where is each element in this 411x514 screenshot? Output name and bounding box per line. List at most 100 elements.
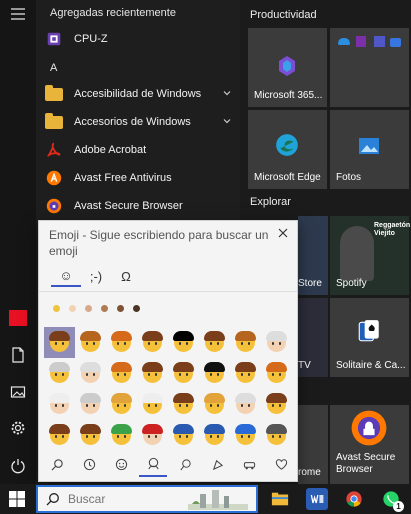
emoji-cell[interactable] (199, 420, 230, 451)
user-avatar[interactable] (9, 310, 27, 326)
tile-spotify[interactable]: Reggaetón Viejito Spotify (330, 216, 410, 295)
tile-microsoft365[interactable]: Microsoft 365... (248, 28, 327, 107)
emoji-cell[interactable] (261, 389, 292, 420)
category-celebration-icon[interactable] (203, 451, 231, 477)
whatsapp-icon[interactable]: 1 (380, 488, 404, 512)
skin-tone-swatch[interactable] (85, 305, 92, 312)
emoji-cell[interactable] (199, 327, 230, 358)
emoji-cell[interactable] (168, 389, 199, 420)
emoji-cell[interactable] (230, 358, 261, 389)
chevron-down-icon (223, 91, 231, 96)
folder-icon (44, 112, 64, 132)
recently-added-heading: Agregadas recientemente (50, 7, 176, 19)
hamburger-menu-icon[interactable] (8, 4, 28, 24)
app-avast-secure-browser[interactable]: Avast Secure Browser (44, 194, 240, 218)
category-search-icon[interactable] (43, 451, 71, 477)
person-emoji-icon (204, 331, 225, 352)
skin-tone-swatch[interactable] (69, 305, 76, 312)
tile-avast-browser[interactable]: Avast Secure Browser (330, 405, 409, 484)
category-recent-icon[interactable] (75, 451, 103, 477)
emoji-cell[interactable] (75, 420, 106, 451)
close-icon[interactable] (277, 227, 289, 239)
tile-office-folder[interactable] (330, 28, 409, 107)
person-emoji-icon (204, 424, 225, 445)
emoji-cell[interactable] (137, 389, 168, 420)
cpuz-icon (44, 29, 64, 49)
app-avast-free[interactable]: Avast Free Antivirus (44, 166, 240, 190)
app-accesibilidad[interactable]: Accesibilidad de Windows (44, 82, 240, 106)
app-cpuz[interactable]: CPU-Z (44, 27, 240, 51)
tile-fotos[interactable]: Fotos (330, 110, 409, 189)
emoji-cell[interactable] (168, 327, 199, 358)
skin-tone-swatch[interactable] (101, 305, 108, 312)
word-icon[interactable] (306, 488, 328, 510)
emoji-cell[interactable] (137, 358, 168, 389)
emoji-cell[interactable] (75, 358, 106, 389)
person-emoji-icon (80, 331, 101, 352)
category-people-icon[interactable] (139, 451, 167, 477)
search-input[interactable] (68, 492, 188, 506)
emoji-cell[interactable] (261, 358, 292, 389)
emoji-cell[interactable] (44, 420, 75, 451)
person-emoji-icon (142, 362, 163, 383)
file-explorer-icon[interactable] (269, 488, 291, 510)
emoji-cell[interactable] (199, 389, 230, 420)
emoji-cell[interactable] (106, 327, 137, 358)
emoji-cell[interactable] (230, 327, 261, 358)
skin-tone-swatch[interactable] (53, 305, 60, 312)
skin-tone-swatch[interactable] (117, 305, 124, 312)
tile-store[interactable]: Store (298, 216, 328, 295)
skin-tone-swatch[interactable] (133, 305, 140, 312)
person-emoji-icon (173, 362, 194, 383)
app-accesorios[interactable]: Accesorios de Windows (44, 110, 240, 134)
notification-badge: 1 (393, 501, 404, 512)
tile-microsoft-edge[interactable]: Microsoft Edge (248, 110, 327, 189)
person-emoji-icon (266, 393, 287, 414)
tile-tv[interactable]: TV (298, 298, 328, 377)
emoji-cell[interactable] (75, 327, 106, 358)
emoji-cell[interactable] (199, 358, 230, 389)
tile-solitaire[interactable]: Solitaire & Ca... (330, 298, 409, 377)
tile-label: Microsoft 365... (254, 90, 323, 101)
search-highlight-illustration (188, 490, 248, 510)
person-emoji-icon (235, 424, 256, 445)
tab-symbols[interactable]: Ω (111, 265, 141, 287)
category-food-icon[interactable] (171, 451, 199, 477)
emoji-cell[interactable] (168, 420, 199, 451)
photos-icon (359, 138, 379, 154)
emoji-cell[interactable] (261, 327, 292, 358)
emoji-cell[interactable] (168, 358, 199, 389)
folder-icon (44, 84, 64, 104)
emoji-cell[interactable] (137, 327, 168, 358)
windows-start-icon[interactable] (8, 490, 26, 508)
category-smileys-icon[interactable] (107, 451, 135, 477)
category-heart-icon[interactable] (267, 451, 295, 477)
settings-gear-icon[interactable] (8, 418, 28, 438)
chrome-icon[interactable] (343, 488, 365, 510)
documents-icon[interactable] (8, 345, 28, 365)
emoji-cell[interactable] (44, 327, 75, 358)
emoji-cell[interactable] (75, 389, 106, 420)
person-emoji-icon (49, 331, 70, 352)
microsoft365-icon (279, 56, 295, 76)
letter-a-heading[interactable]: A (50, 62, 57, 74)
emoji-cell[interactable] (44, 389, 75, 420)
emoji-cell[interactable] (137, 420, 168, 451)
app-label: Accesibilidad de Windows (74, 88, 202, 100)
emoji-cell[interactable] (44, 358, 75, 389)
tab-kaomoji[interactable]: ;-) (81, 265, 111, 287)
emoji-cell[interactable] (106, 358, 137, 389)
emoji-cell[interactable] (106, 389, 137, 420)
category-travel-icon[interactable] (235, 451, 263, 477)
power-icon[interactable] (8, 456, 28, 476)
tab-emoji[interactable]: ☺ (51, 265, 81, 287)
emoji-cell[interactable] (230, 389, 261, 420)
emoji-cell[interactable] (261, 420, 292, 451)
app-label: Avast Free Antivirus (74, 172, 172, 184)
pictures-icon[interactable] (8, 382, 28, 402)
app-adobe-acrobat[interactable]: Adobe Acrobat (44, 138, 240, 162)
emoji-cell[interactable] (230, 420, 261, 451)
emoji-cell[interactable] (106, 420, 137, 451)
taskbar-search-box[interactable] (36, 485, 258, 513)
tile-chrome[interactable]: rome (298, 405, 328, 484)
